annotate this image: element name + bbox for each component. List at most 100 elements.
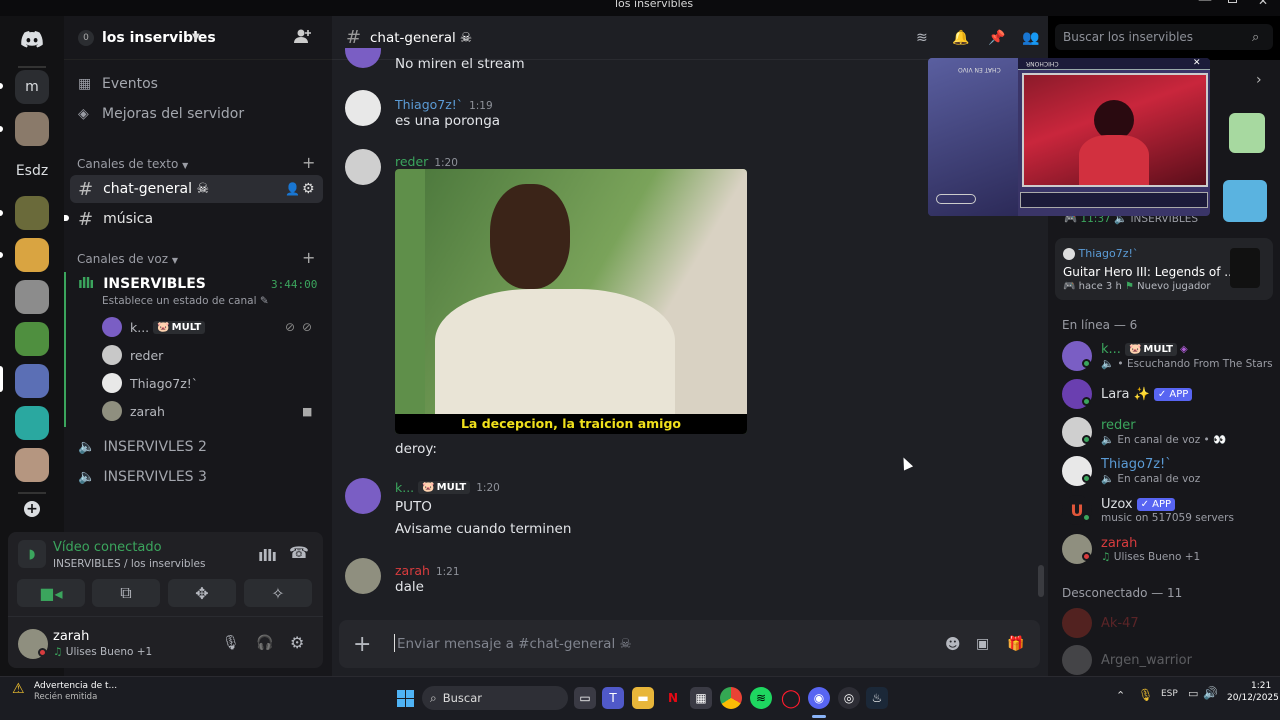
discord-taskbar-icon[interactable]: ◉	[808, 687, 830, 709]
mic-tray-icon[interactable]: 🎙	[1138, 688, 1153, 702]
server-icon-5[interactable]	[15, 238, 49, 272]
message-author[interactable]: Thiago7z!`	[395, 97, 463, 112]
invite-icon[interactable]	[294, 28, 312, 48]
clock-time[interactable]: 1:21	[1251, 681, 1271, 691]
chrome-icon[interactable]	[720, 687, 742, 709]
gif-attachment[interactable]: La decepcion, la traicion amigo	[395, 169, 747, 434]
voice-user-reder[interactable]: reder	[102, 344, 163, 366]
voice-user-zarah[interactable]: zarah ■	[102, 400, 312, 422]
server-icon-10[interactable]	[15, 448, 49, 482]
taskbar-search[interactable]: ⌕ Buscar	[422, 686, 568, 710]
file-explorer-icon[interactable]: ▬	[632, 687, 654, 709]
message-author[interactable]: zarah	[395, 563, 430, 578]
pin-icon[interactable]: 📌	[988, 30, 1005, 46]
add-text-channel-icon[interactable]: +	[302, 153, 315, 172]
activities-button[interactable]: ✥	[168, 579, 236, 607]
language-indicator[interactable]: ESP	[1161, 689, 1178, 699]
minimize-icon[interactable]: —	[1198, 0, 1212, 8]
stream-close-icon[interactable]: ✕	[1193, 58, 1201, 68]
noise-suppression-icon[interactable]: ıllı	[258, 546, 277, 565]
server-esdz[interactable]: Esdz	[15, 154, 49, 188]
emoji-icon[interactable]: ☻	[945, 635, 961, 653]
server-icon-7[interactable]	[15, 322, 49, 356]
avatar[interactable]	[345, 478, 381, 514]
voice-category[interactable]: Canales de voz ▼	[77, 252, 178, 266]
member-uzox[interactable]: U Uzox ✓ APP music on 517059 servers	[1062, 492, 1234, 528]
avatar[interactable]	[345, 149, 381, 185]
member-zarah[interactable]: zarah ♫ Ulises Bueno +1	[1062, 531, 1200, 567]
text-category[interactable]: Canales de texto ▼	[77, 157, 188, 171]
bell-icon[interactable]: 🔔	[952, 30, 969, 46]
member-k[interactable]: k... 🐷 MULT ◈ 🔈 • Escuchando From The Stars	[1062, 338, 1273, 374]
channel-musica[interactable]: # música	[70, 205, 323, 233]
member-ak47[interactable]: Ak-47	[1062, 605, 1139, 641]
voice-user-k[interactable]: k... 🐷 MULT ⊘ ⊘	[102, 316, 312, 338]
camera-button[interactable]: ■◂	[17, 579, 85, 607]
gift-icon[interactable]: 🎁	[1007, 636, 1024, 652]
voice-channel-inservivles-2[interactable]: 🔈 INSERVIVLES 2	[70, 433, 323, 461]
network-icon[interactable]: ▭	[1188, 687, 1198, 700]
server-icon-4[interactable]	[15, 196, 49, 230]
user-settings-icon[interactable]: ⚙	[290, 633, 304, 652]
stream-preview[interactable]: CHAT EN VIVO CHICHONR ✕	[928, 58, 1210, 216]
gear-icon[interactable]: ⚙	[302, 181, 315, 197]
volume-icon[interactable]: 🔊	[1203, 686, 1218, 700]
boosts-item[interactable]: ◈ Mejoras del servidor	[70, 100, 323, 128]
member-argen[interactable]: Argen_warrior	[1062, 642, 1192, 678]
channel-chat-general[interactable]: # chat-general ☠ 👤 ⚙	[70, 175, 323, 203]
chat-scrollbar[interactable]	[1038, 565, 1044, 597]
invite-member-icon[interactable]: 👤	[285, 182, 300, 196]
soundboard-button[interactable]: ✧	[244, 579, 312, 607]
server-icon-6[interactable]	[15, 280, 49, 314]
search-input[interactable]: Buscar los inservibles ⌕	[1055, 24, 1273, 50]
member-thiago[interactable]: Thiago7z!` 🔈 En canal de voz	[1062, 453, 1200, 489]
server-m[interactable]: m	[15, 70, 49, 104]
events-item[interactable]: ▦ Eventos	[70, 70, 323, 98]
notification-title[interactable]: Advertencia de t...	[34, 681, 117, 691]
spotify-icon[interactable]: ≋	[750, 687, 772, 709]
opera-icon[interactable]: ◯	[780, 687, 802, 709]
add-server-icon[interactable]: +	[15, 492, 49, 526]
signal-icon[interactable]: ◗	[18, 540, 46, 568]
server-header[interactable]: 0 los inservibles ▼	[64, 16, 332, 60]
headphones-icon[interactable]: 🎧	[256, 635, 273, 651]
message-author[interactable]: reder	[395, 154, 428, 169]
teams-icon[interactable]: T	[602, 687, 624, 709]
clock-date[interactable]: 20/12/2025	[1227, 693, 1279, 703]
voice-channel-inservivles-3[interactable]: 🔈 INSERVIVLES 3	[70, 463, 323, 491]
voice-user-thiago[interactable]: Thiago7z!`	[102, 372, 198, 394]
voice-channel-inservibles[interactable]: ıllı INSERVIBLES 3:44:00	[70, 270, 323, 298]
activity-card-game[interactable]: Thiago7z!` Guitar Hero III: Legends of .…	[1055, 238, 1273, 300]
avatar[interactable]	[345, 558, 381, 594]
server-icon-dog[interactable]	[15, 112, 49, 146]
disconnect-icon[interactable]: ☎	[289, 543, 309, 562]
server-icon-9[interactable]	[15, 406, 49, 440]
avatar[interactable]	[345, 90, 381, 126]
server-icon-los-inservibles[interactable]	[15, 364, 49, 398]
member-reder[interactable]: reder 🔈 En canal de voz • 👀	[1062, 414, 1226, 450]
maximize-icon[interactable]	[1228, 0, 1237, 3]
chevron-right-icon[interactable]: ›	[1256, 72, 1262, 88]
message-composer[interactable]: + Enviar mensaje a #chat-general ☠ ☻ ▣ 🎁	[339, 620, 1040, 668]
member-lara[interactable]: Lara ✨ ✓ APP	[1062, 376, 1193, 412]
add-attachment-icon[interactable]: +	[353, 632, 371, 657]
netflix-icon[interactable]: N	[662, 687, 684, 709]
voice-location[interactable]: INSERVIBLES / los inservibles	[53, 558, 205, 570]
discord-home-icon[interactable]	[15, 22, 49, 56]
task-view-icon[interactable]: ▭	[574, 687, 596, 709]
windows-start-icon[interactable]	[394, 687, 416, 709]
member-list-icon[interactable]: 👥	[1022, 30, 1039, 46]
voice-connection-status: Vídeo conectado	[53, 540, 162, 555]
voice-status[interactable]: Establece un estado de canal ✎	[102, 295, 269, 307]
microphone-icon[interactable]: 🎙	[222, 635, 240, 651]
chevron-up-icon[interactable]: ⌃	[1116, 689, 1125, 702]
threads-icon[interactable]: ≋	[916, 30, 928, 46]
image-icon[interactable]: ▣	[976, 636, 989, 652]
obs-icon[interactable]: ◎	[838, 687, 860, 709]
add-voice-channel-icon[interactable]: +	[302, 248, 315, 267]
close-icon[interactable]: ✕	[1258, 0, 1268, 8]
message-author[interactable]: k...	[395, 480, 414, 495]
steam-icon[interactable]: ♨	[866, 687, 888, 709]
screen-share-button[interactable]: ⧉	[92, 579, 160, 607]
store-icon[interactable]: ▦	[690, 687, 712, 709]
